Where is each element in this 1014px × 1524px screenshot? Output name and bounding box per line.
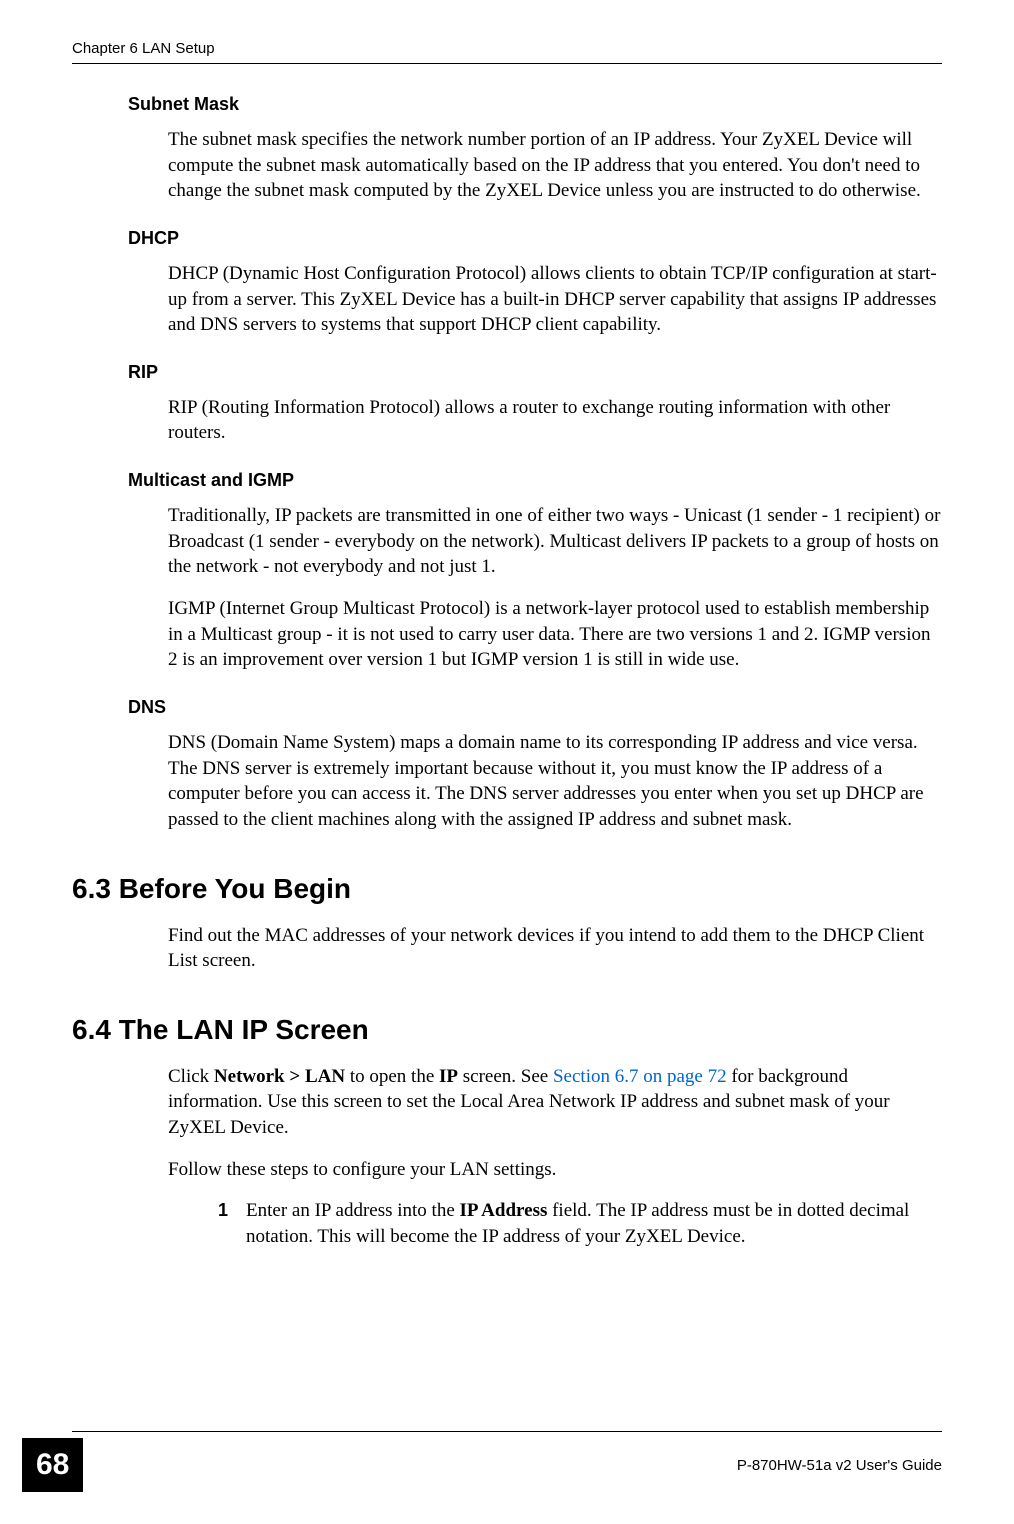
page-header: Chapter 6 LAN Setup: [72, 40, 942, 64]
heading-dhcp: DHCP: [128, 228, 942, 249]
bold-text: IP: [439, 1066, 458, 1087]
para-dhcp: DHCP (Dynamic Host Configuration Protoco…: [168, 261, 942, 338]
heading-lan-ip: 6.4 The LAN IP Screen: [72, 1014, 942, 1046]
cross-ref-link[interactable]: Section 6.7 on page 72: [553, 1066, 727, 1087]
text: Enter an IP address into the: [246, 1200, 460, 1221]
para-rip: RIP (Routing Information Protocol) allow…: [168, 395, 942, 446]
bold-text: IP Address: [460, 1200, 548, 1221]
heading-rip: RIP: [128, 362, 942, 383]
para-subnet-mask: The subnet mask specifies the network nu…: [168, 127, 942, 204]
page-number: 68: [22, 1438, 83, 1492]
text: Click: [168, 1066, 214, 1087]
footer-divider: [72, 1431, 942, 1432]
para-dns: DNS (Domain Name System) maps a domain n…: [168, 730, 942, 833]
para-before-begin: Find out the MAC addresses of your netwo…: [168, 923, 942, 974]
chapter-title: Chapter 6 LAN Setup: [72, 40, 215, 57]
para-lan-ip-1: Click Network > LAN to open the IP scree…: [168, 1064, 942, 1141]
numbered-list: 1 Enter an IP address into the IP Addres…: [212, 1198, 942, 1249]
text: to open the: [345, 1066, 439, 1087]
para-lan-ip-2: Follow these steps to configure your LAN…: [168, 1157, 942, 1183]
para-multicast-2: IGMP (Internet Group Multicast Protocol)…: [168, 596, 942, 673]
guide-label: P-870HW-51a v2 User's Guide: [737, 1457, 942, 1474]
heading-multicast: Multicast and IGMP: [128, 470, 942, 491]
list-number: 1: [212, 1198, 228, 1249]
page-footer: 68 P-870HW-51a v2 User's Guide: [0, 1438, 1014, 1492]
list-item: 1 Enter an IP address into the IP Addres…: [212, 1198, 942, 1249]
text: screen. See: [458, 1066, 553, 1087]
heading-before-begin: 6.3 Before You Begin: [72, 873, 942, 905]
para-multicast-1: Traditionally, IP packets are transmitte…: [168, 503, 942, 580]
heading-dns: DNS: [128, 697, 942, 718]
list-text: Enter an IP address into the IP Address …: [246, 1198, 942, 1249]
heading-subnet-mask: Subnet Mask: [128, 94, 942, 115]
bold-text: Network > LAN: [214, 1066, 345, 1087]
